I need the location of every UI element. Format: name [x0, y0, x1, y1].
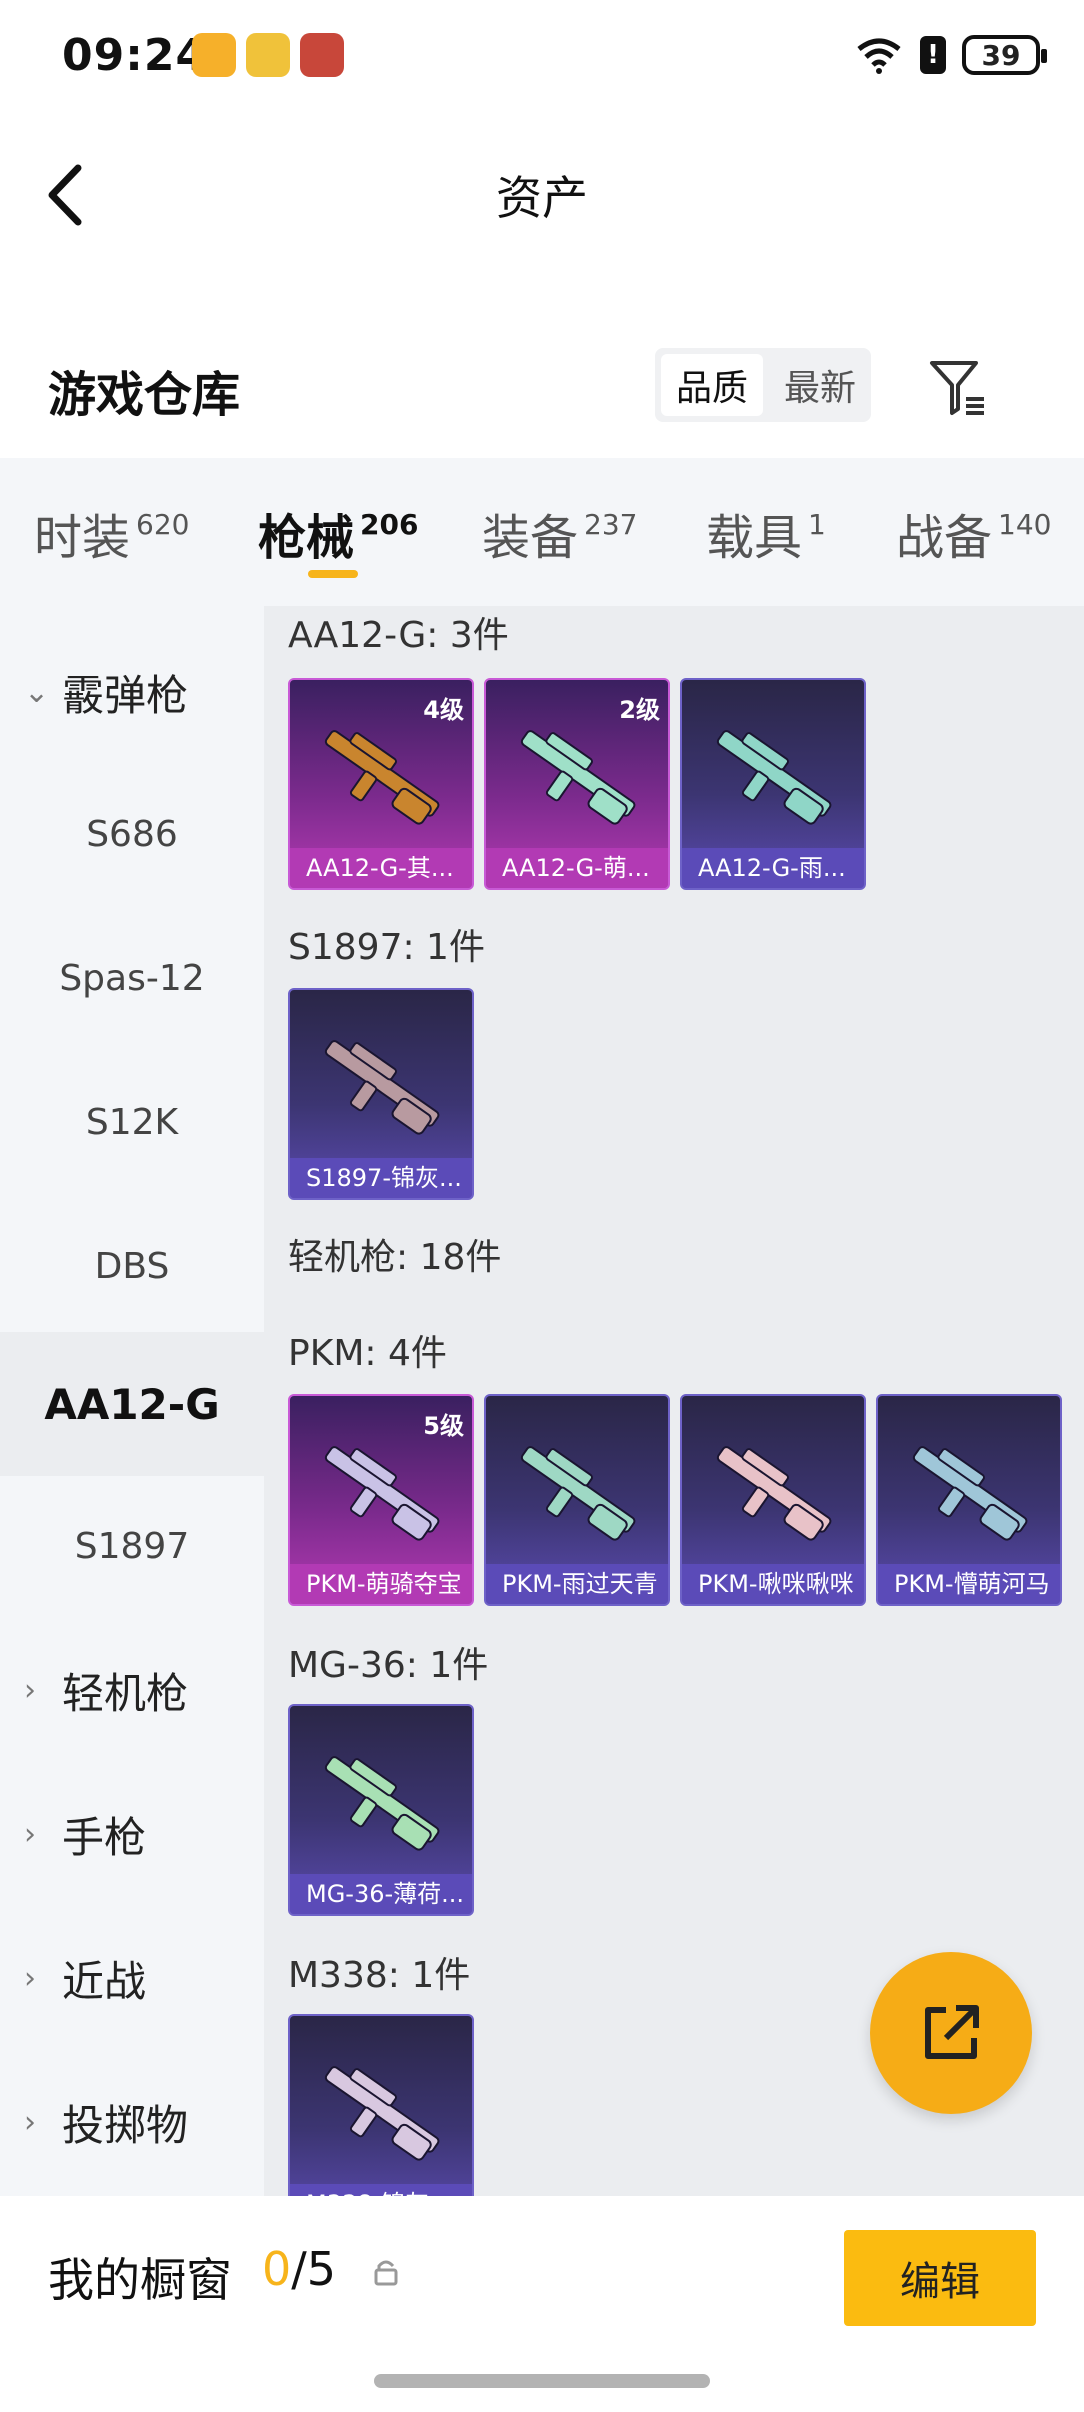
sidebar: ⌄ 霰弹枪 S686 Spas-12 S12K DBS AA12-G S1897 … [0, 606, 264, 2196]
section-label: PKM: 4件 [288, 1333, 447, 1374]
wifi-icon [857, 38, 901, 74]
app-notification-icon [300, 33, 344, 77]
chevron-right-icon: › [24, 1672, 36, 1708]
showcase-label: 我的橱窗 [48, 2253, 232, 2307]
sidebar-group-lmg[interactable]: › 轻机枪 [0, 1618, 264, 1762]
battery-indicator: 39 [962, 35, 1047, 75]
chevron-right-icon: › [24, 2104, 36, 2140]
weapon-skin-card[interactable]: AA12-G-雨... [680, 678, 866, 890]
sort-toggle: 品质 最新 [655, 348, 871, 422]
sidebar-group-melee[interactable]: › 近战 [0, 1906, 264, 2050]
warehouse-title: 游戏仓库 [48, 367, 241, 423]
weapon-skin-card[interactable]: PKM-啾咪啾咪 [680, 1394, 866, 1606]
sort-latest-button[interactable]: 最新 [769, 348, 871, 422]
showcase-bar: 我的橱窗 0/5 编辑 [0, 2196, 1084, 2412]
page-title: 资产 [496, 171, 588, 225]
sidebar-group-throwables[interactable]: › 投掷物 [0, 2050, 264, 2194]
sidebar-group-shotgun[interactable]: ⌄ 霰弹枪 [0, 620, 264, 764]
tab-equipment[interactable]: 装备 237 [482, 498, 637, 568]
app-notification-icon [246, 33, 290, 77]
chevron-right-icon: › [24, 1960, 36, 1996]
chevron-right-icon: › [24, 1816, 36, 1852]
filter-icon[interactable] [926, 355, 990, 419]
weapon-skin-card[interactable]: MG-36-薄荷... [288, 1704, 474, 1916]
section-label: M338: 1件 [288, 1955, 471, 1996]
skin-name: M338-锦灰... [290, 2184, 472, 2196]
section-label: S1897: 1件 [288, 927, 485, 968]
skin-level-badge: 5级 [423, 1412, 464, 1440]
skin-name: PKM-萌骑夺宝 [290, 1564, 472, 1604]
tab-battle-gear[interactable]: 战备 140 [896, 498, 1051, 568]
weapon-image [912, 1446, 1028, 1541]
weapon-skin-card[interactable]: PKM-懵萌河马 [876, 1394, 1062, 1606]
share-button[interactable] [870, 1952, 1032, 2114]
sidebar-item-spas12[interactable]: Spas-12 [0, 906, 264, 1050]
skin-name: MG-36-薄荷... [290, 1874, 472, 1914]
sidebar-item-s12k[interactable]: S12K [0, 1050, 264, 1194]
skin-level-badge: 4级 [423, 696, 464, 724]
showcase-count: 0/5 [262, 2242, 337, 2296]
sort-quality-button[interactable]: 品质 [661, 354, 763, 416]
category-tabs: 时装 620 枪械 206 装备 237 载具 1 战备 140 [0, 458, 1084, 606]
weapon-skin-card[interactable]: PKM-雨过天青 [484, 1394, 670, 1606]
status-time: 09:24 [62, 30, 208, 81]
sidebar-item-s1897[interactable]: S1897 [0, 1474, 264, 1618]
sidebar-item-dbs[interactable]: DBS [0, 1194, 264, 1338]
tab-fashion[interactable]: 时装 620 [34, 498, 189, 568]
section-label: 轻机枪: 18件 [288, 1237, 502, 1278]
section-label: MG-36: 1件 [288, 1645, 489, 1686]
weapon-skin-card[interactable]: 4级 AA12-G-其... [288, 678, 474, 890]
sidebar-item-s686[interactable]: S686 [0, 762, 264, 906]
alert-icon: ! [920, 36, 946, 74]
skin-name: PKM-雨过天青 [486, 1564, 668, 1604]
weapon-skin-card[interactable]: S1897-锦灰... [288, 988, 474, 1200]
active-tab-indicator [308, 570, 358, 578]
skin-name: AA12-G-雨... [682, 848, 864, 888]
sidebar-group-pistol[interactable]: › 手枪 [0, 1762, 264, 1906]
tab-firearms[interactable]: 枪械 206 [258, 498, 418, 568]
weapon-skin-card[interactable]: M338-锦灰... [288, 2014, 474, 2196]
chevron-down-icon: ⌄ [24, 674, 50, 710]
weapon-image [520, 730, 636, 825]
weapon-image [324, 1756, 440, 1851]
weapon-image [324, 1446, 440, 1541]
weapon-image [520, 1446, 636, 1541]
home-indicator [374, 2374, 710, 2388]
section-label: AA12-G: 3件 [288, 615, 509, 656]
app-notification-icon [192, 33, 236, 77]
skin-name: PKM-懵萌河马 [878, 1564, 1060, 1604]
skin-name: AA12-G-萌... [486, 848, 668, 888]
weapon-image [716, 1446, 832, 1541]
skin-name: AA12-G-其... [290, 848, 472, 888]
lock-icon [374, 2260, 398, 2286]
skin-name: S1897-锦灰... [290, 1158, 472, 1198]
tab-vehicles[interactable]: 载具 1 [706, 498, 826, 568]
status-bar: 09:24 ! 39 [0, 0, 1084, 110]
sidebar-item-aa12g[interactable]: AA12-G [0, 1332, 264, 1476]
skin-name: PKM-啾咪啾咪 [682, 1564, 864, 1604]
weapon-skin-card[interactable]: 5级 PKM-萌骑夺宝 [288, 1394, 474, 1606]
weapon-image [324, 2066, 440, 2161]
weapon-image [324, 1040, 440, 1135]
weapon-image [716, 730, 832, 825]
skin-level-badge: 2级 [619, 696, 660, 724]
edit-button[interactable]: 编辑 [844, 2230, 1036, 2326]
external-link-icon [925, 2005, 979, 2059]
weapon-skin-card[interactable]: 2级 AA12-G-萌... [484, 678, 670, 890]
weapon-image [324, 730, 440, 825]
